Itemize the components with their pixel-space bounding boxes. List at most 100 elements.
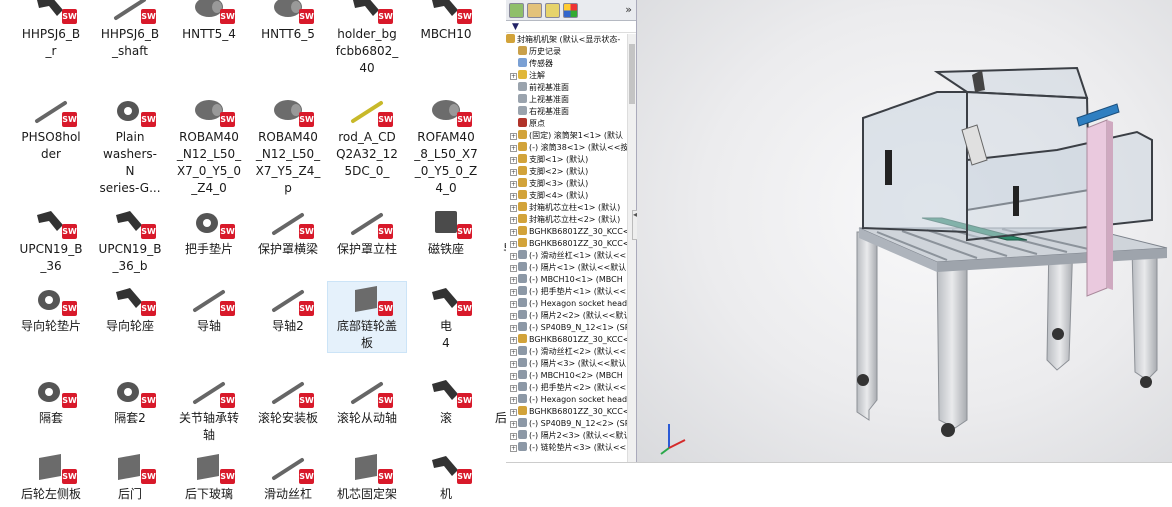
tree-node[interactable]: + BGHKB6801ZZ_30_KCC< — [506, 238, 628, 250]
tree-node[interactable]: + (-) 滚筒38<1> (默认<<按D — [506, 142, 628, 154]
tree-node[interactable]: + 封箱机芯立柱<1> (默认) — [506, 202, 628, 214]
file-item[interactable]: SW 滚轮安装板 — [249, 374, 327, 427]
file-item[interactable]: SW 滚 — [407, 374, 485, 427]
file-item[interactable]: SW UPCN19_B _36_b — [91, 205, 169, 275]
file-item[interactable]: SW 后轮左侧板 — [12, 450, 90, 503]
tree-node[interactable]: + 注解 — [506, 70, 628, 82]
tree-node[interactable]: + (-) MBCH10<1> (MBCH — [506, 274, 628, 286]
file-item[interactable]: SW 后门 — [91, 450, 169, 503]
expand-icon[interactable]: + — [510, 73, 517, 80]
file-item[interactable]: SW 机 — [407, 450, 485, 503]
tree-node[interactable]: + (-) MBCH10<2> (MBCH — [506, 370, 628, 382]
expand-icon[interactable]: + — [510, 301, 517, 308]
filter-arrow[interactable]: ▼ — [512, 22, 519, 32]
file-item[interactable]: SW 保护罩立柱 — [328, 205, 406, 258]
file-item[interactable]: SW 电 4 — [407, 282, 485, 352]
filter-icon[interactable]: ▼ — [506, 21, 636, 33]
file-item[interactable]: SW HHPSJ6_B _r — [12, 0, 90, 60]
file-item[interactable]: SW 隔套2 — [91, 374, 169, 427]
tree-node[interactable]: + (-) SP40B9_N_12<2> (SP — [506, 418, 628, 430]
expand-icon[interactable]: + — [510, 253, 517, 260]
property-manager-tab-icon[interactable] — [527, 3, 542, 18]
expand-icon[interactable]: + — [510, 433, 517, 440]
tree-node[interactable]: + 支脚<1> (默认) — [506, 154, 628, 166]
display-manager-tab-icon[interactable] — [563, 3, 578, 18]
tree-node[interactable]: + 支脚<2> (默认) — [506, 166, 628, 178]
file-item[interactable]: SW ROBAM40 _N12_L50_ X7_Y5_Z4_ p — [249, 93, 327, 197]
tree-node[interactable]: + 支脚<3> (默认) — [506, 178, 628, 190]
expand-icon[interactable]: + — [510, 385, 517, 392]
expand-icon[interactable]: + — [510, 229, 517, 236]
expand-icon[interactable]: + — [510, 217, 517, 224]
expand-icon[interactable]: + — [510, 325, 517, 332]
expand-icon[interactable]: + — [510, 145, 517, 152]
expand-icon[interactable]: + — [510, 337, 517, 344]
file-item[interactable]: SW 保护罩横梁 — [249, 205, 327, 258]
tree-node[interactable]: 历史记录 — [506, 46, 628, 58]
expand-icon[interactable]: + — [510, 313, 517, 320]
file-item[interactable]: SW UPCN19_B _36 — [12, 205, 90, 275]
expand-icon[interactable]: + — [510, 349, 517, 356]
tree-node[interactable]: + BGHKB6801ZZ_30_KCC< — [506, 334, 628, 346]
tree-node[interactable]: + (-) 滑动丝杠<2> (默认<< — [506, 346, 628, 358]
tree-node[interactable]: + (-) Hexagon socket head — [506, 298, 628, 310]
scrollbar-thumb[interactable] — [629, 44, 635, 104]
tree-node[interactable]: + (-) 链轮垫片<3> (默认<< — [506, 442, 628, 454]
expand-icon[interactable]: + — [510, 397, 517, 404]
file-item[interactable]: SW 底部链轮盖 板 — [327, 281, 407, 353]
file-item[interactable]: SW PHSO8hol der — [12, 93, 90, 163]
file-item[interactable]: SW 导向轮座 — [91, 282, 169, 335]
file-item[interactable]: SW 导轴2 — [249, 282, 327, 335]
expand-icon[interactable]: + — [510, 421, 517, 428]
tree-scrollbar[interactable] — [627, 34, 636, 462]
tree-node[interactable]: 右视基准面 — [506, 106, 628, 118]
tree-node[interactable]: + (-) 隔片2<3> (默认<<默认 — [506, 430, 628, 442]
collapse-panel-icon[interactable]: » — [625, 3, 632, 16]
tree-node[interactable]: + (-) 隔片<1> (默认<<默认 — [506, 262, 628, 274]
file-item[interactable]: SW后轮组轴套 — [486, 374, 506, 427]
tree-node[interactable]: + (-) 把手垫片<1> (默认<< — [506, 286, 628, 298]
tree-node[interactable]: + BGHKB6801ZZ_30_KCC< — [506, 226, 628, 238]
file-item[interactable]: SW Plain washers- N series-G... — [91, 93, 169, 197]
expand-icon[interactable]: + — [510, 409, 517, 416]
expand-icon[interactable]: + — [510, 133, 517, 140]
file-item[interactable]: SW ROBAM40 _N12_L50_ X7_0_Y5_0 _Z4_0 — [170, 93, 248, 197]
tree-node[interactable]: 原点 — [506, 118, 628, 130]
expand-icon[interactable]: + — [510, 157, 517, 164]
tree-node[interactable]: + (固定) 滚筒架1<1> (默认 — [506, 130, 628, 142]
tree-node[interactable]: + (-) 隔片<3> (默认<<默认 — [506, 358, 628, 370]
tree-node[interactable]: + (-) 隔片2<2> (默认<<默认 — [506, 310, 628, 322]
expand-icon[interactable]: + — [510, 289, 517, 296]
file-item[interactable]: SW HNTT5_4 — [170, 0, 248, 43]
file-item[interactable]: SW 磁铁座 — [407, 205, 485, 258]
file-item[interactable]: SW 后下玻璃 — [170, 450, 248, 503]
expand-icon[interactable]: + — [510, 169, 517, 176]
tree-node[interactable]: 上视基准面 — [506, 94, 628, 106]
file-item[interactable]: SWM — [486, 0, 506, 43]
expand-icon[interactable]: + — [510, 373, 517, 380]
tree-node[interactable]: 前视基准面 — [506, 82, 628, 94]
tree-node[interactable]: + 封箱机芯立柱<2> (默认) — [506, 214, 628, 226]
file-item[interactable]: SW 导向轮垫片 — [12, 282, 90, 335]
file-item[interactable]: SW ROFAM40 _8_L50_X7 _0_Y5_0_Z 4_0 — [407, 93, 485, 197]
expand-icon[interactable]: + — [510, 205, 517, 212]
file-item[interactable]: SW 滑动丝杠 — [249, 450, 327, 503]
graphics-area[interactable] — [637, 0, 1172, 462]
file-item[interactable]: SW 滚轮从动轴 — [328, 374, 406, 427]
file-item[interactable]: SW 导轴 — [170, 282, 248, 335]
file-item[interactable]: SW 机芯固定架 — [328, 450, 406, 503]
tree-node[interactable]: + (-) 滑动丝杠<1> (默认<< — [506, 250, 628, 262]
tree-node[interactable]: 传感器 — [506, 58, 628, 70]
tree-node[interactable]: + BGHKB6801ZZ_30_KCC< — [506, 406, 628, 418]
file-item[interactable]: SW隔片2 — [486, 282, 506, 335]
tree-node[interactable]: + (-) 把手垫片<2> (默认<< — [506, 382, 628, 394]
file-item[interactable]: SW MBCH10 — [407, 0, 485, 43]
expand-icon[interactable]: + — [510, 361, 517, 368]
file-item[interactable]: SWR _8 — [486, 93, 506, 163]
tree-node[interactable]: + (-) Hexagon socket head — [506, 394, 628, 406]
expand-icon[interactable]: + — [510, 265, 517, 272]
tree-node[interactable]: + 支脚<4> (默认) — [506, 190, 628, 202]
file-item[interactable]: SW 把手垫片 — [170, 205, 248, 258]
file-item[interactable]: SW 关节轴承转 轴 — [170, 374, 248, 444]
file-item[interactable]: SW rod_A_CD Q2A32_12 5DC_0_ — [328, 93, 406, 180]
